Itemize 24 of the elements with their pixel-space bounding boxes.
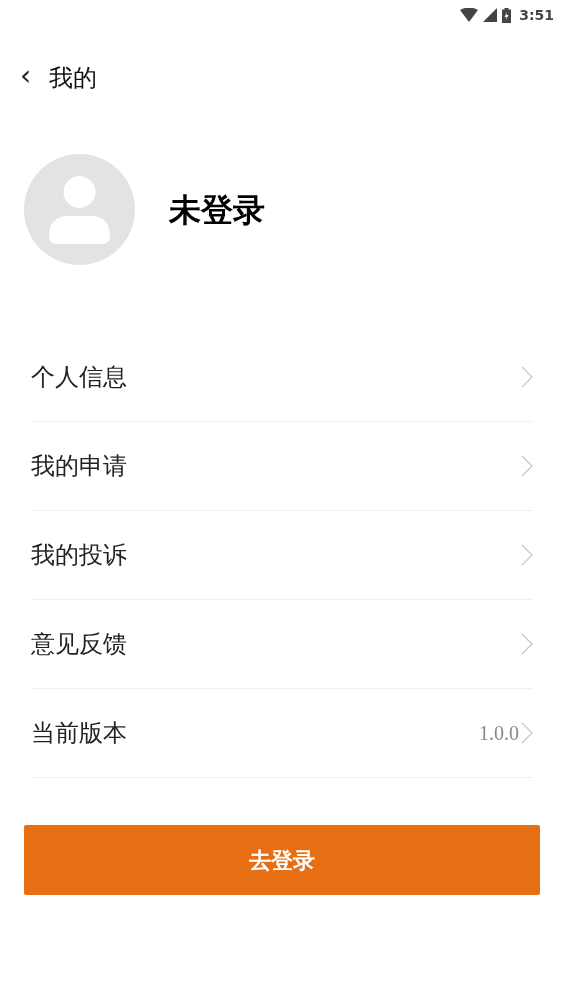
chevron-right-icon <box>521 455 533 477</box>
back-button[interactable]: ‹ <box>20 62 32 94</box>
avatar-icon <box>24 154 135 265</box>
user-name: 未登录 <box>169 189 265 231</box>
menu-item[interactable]: 意见反馈 <box>31 600 533 689</box>
menu-label: 我的投诉 <box>31 540 128 571</box>
menu-label: 当前版本 <box>31 718 128 749</box>
version-value: 1.0.0 <box>479 721 519 746</box>
battery-icon <box>502 7 512 23</box>
menu-label: 个人信息 <box>31 362 128 393</box>
chevron-right-icon <box>521 633 533 655</box>
menu-label: 我的申请 <box>31 451 128 482</box>
status-time: 3:51 <box>519 5 554 25</box>
wifi-icon <box>460 8 479 22</box>
menu-item[interactable]: 我的申请 <box>31 422 533 511</box>
menu-item[interactable]: 个人信息 <box>31 333 533 422</box>
chevron-right-icon <box>521 544 533 566</box>
menu-item[interactable]: 我的投诉 <box>31 511 533 600</box>
page-title: 我的 <box>49 63 98 94</box>
chevron-right-icon <box>521 366 533 388</box>
chevron-right-icon <box>521 722 533 744</box>
menu-label: 意见反馈 <box>31 629 128 660</box>
signal-icon <box>483 8 498 22</box>
menu-item[interactable]: 当前版本 1.0.0 <box>31 689 533 778</box>
